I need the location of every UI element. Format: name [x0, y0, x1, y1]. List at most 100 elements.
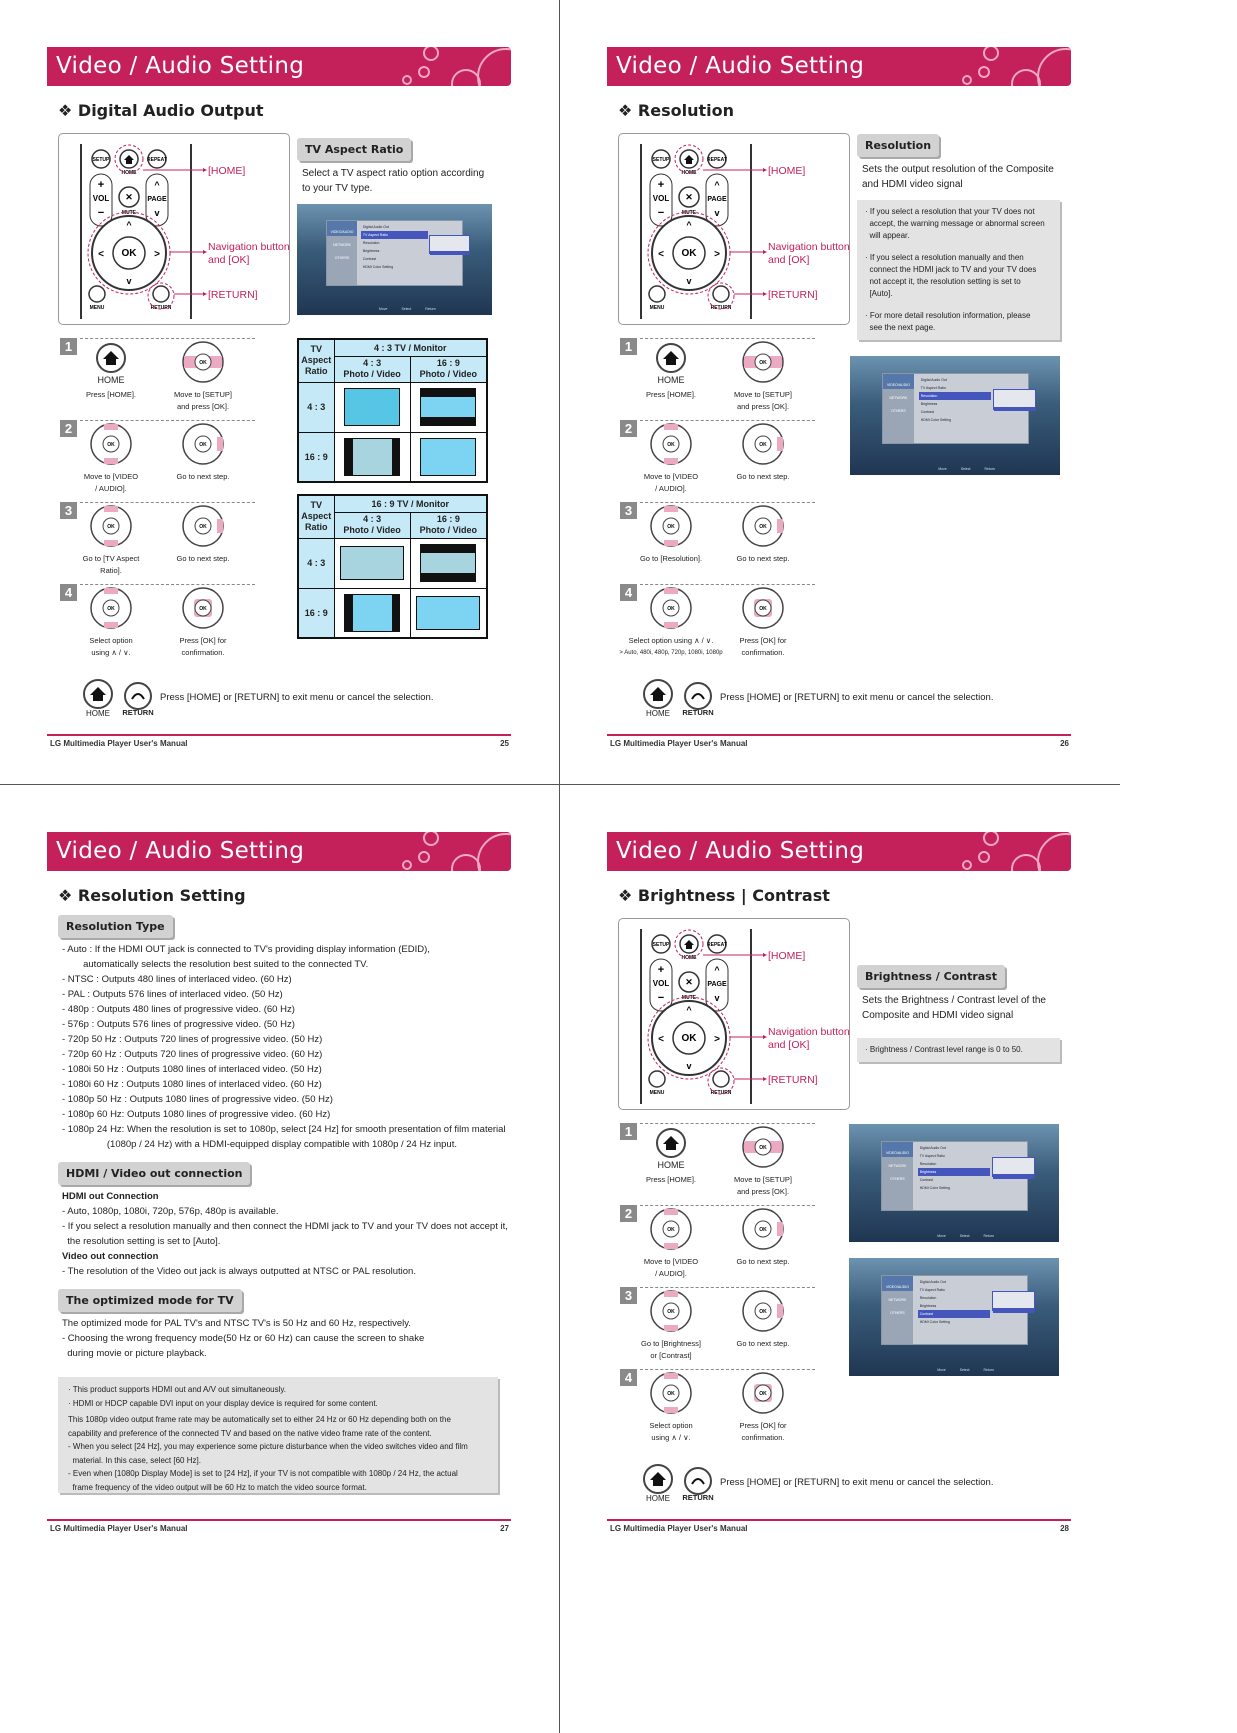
- caption-line: / AUDIO].: [95, 484, 127, 493]
- osd-item-list: Digital Audio Out TV Aspect Ratio Resoluti…: [917, 1144, 991, 1192]
- osd-popup-selection: [992, 1174, 1035, 1179]
- osd-item[interactable]: Resolution: [918, 1294, 991, 1302]
- page-header: Video / Audio Setting: [47, 47, 511, 86]
- osd-item[interactable]: HDMI Color Setting: [919, 416, 992, 424]
- text-line: - Auto, 1080p, 1080i, 720p, 576p, 480p i…: [62, 1206, 279, 1217]
- nav-right: >: [154, 249, 160, 260]
- nav-pad-icon: OK: [650, 1372, 692, 1414]
- highlight: [664, 1291, 678, 1297]
- bubble-circle: [983, 47, 999, 61]
- repeat-button-label: REPEAT: [707, 157, 727, 163]
- osd-item[interactable]: HDMI Color Setting: [361, 263, 428, 271]
- ok-text: OK: [759, 1227, 767, 1233]
- caption-line: Ratio].: [100, 566, 122, 575]
- note-line: · For more detail resolution information…: [865, 311, 1031, 320]
- callout-nav: Navigation button: [768, 1026, 850, 1038]
- osd-popup-selection: [993, 406, 1036, 412]
- osd-item[interactable]: Contrast: [919, 408, 992, 416]
- osd-item[interactable]: Contrast: [361, 255, 428, 263]
- step-number-badge: 1: [620, 338, 637, 355]
- ok-text: OK: [107, 606, 115, 612]
- exit-home-label: HOME: [646, 709, 670, 718]
- table-header-row: TV Aspect Ratio 4 : 3 TV / Monitor: [297, 338, 488, 383]
- return-button-label: RETURN: [151, 305, 172, 311]
- page-27: Video / Audio Setting ❖ Resolution Settin…: [0, 785, 560, 1570]
- osd-item[interactable]: TV Aspect Ratio: [918, 1286, 991, 1294]
- osd-sidebar: VIDEO/AUDIO NETWORK OTHERS: [881, 1141, 914, 1211]
- osd-item[interactable]: Brightness: [917, 1168, 991, 1177]
- osd-item[interactable]: Digital Audio Out: [918, 1278, 991, 1286]
- section-title: ❖ Digital Audio Output: [58, 101, 264, 120]
- osd-item[interactable]: Brightness: [919, 400, 992, 408]
- subheading: Video out connection: [62, 1251, 159, 1262]
- osd-item[interactable]: TV Aspect Ratio: [919, 384, 992, 392]
- ok-text: OK: [199, 606, 207, 612]
- vol-label: VOL: [93, 194, 110, 203]
- monitor-header: 4 : 3 TV / Monitor: [333, 338, 488, 357]
- ok-button-icon: OK: [742, 1372, 784, 1414]
- ok-text: OK: [759, 1391, 767, 1397]
- step-right-caption: Go to next step.: [148, 553, 258, 565]
- row-header: 4 : 3: [297, 381, 335, 433]
- osd-item[interactable]: Contrast: [917, 1310, 991, 1319]
- aspect-illustration-cell: [333, 587, 411, 639]
- caption-line: Move to [SETUP]: [734, 1175, 792, 1184]
- text-line: - 1080p 50 Hz : Outputs 1080 lines of pr…: [62, 1094, 333, 1105]
- osd-menu: VIDEO/AUDIO NETWORK OTHERS Digital Audio Ou…: [880, 1274, 1036, 1346]
- step-divider: [640, 1369, 815, 1370]
- osd-item[interactable]: HDMI Color Setting: [918, 1318, 991, 1326]
- osd-item[interactable]: Digital Audio Out: [919, 376, 992, 384]
- osd-item[interactable]: Contrast: [918, 1176, 991, 1184]
- caption-line: and press [OK].: [736, 1187, 790, 1196]
- note-line: · Brightness / Contrast level range is 0…: [865, 1045, 1023, 1054]
- text-line: - PAL : Outputs 576 lines of interlaced …: [62, 989, 283, 1000]
- vol-minus: −: [658, 207, 664, 219]
- step-divider: [640, 420, 815, 421]
- callout-home: [HOME]: [768, 950, 806, 962]
- setting-description: Sets the Brightness / Contrast level of …: [862, 993, 1046, 1023]
- osd-item[interactable]: Digital Audio Out: [918, 1144, 991, 1152]
- caption-line: and press [OK].: [736, 402, 790, 411]
- bubble-decoration-icon: [402, 832, 511, 871]
- nav-right: >: [714, 1034, 720, 1045]
- aspect-illustration-cell: [333, 537, 411, 589]
- osd-item[interactable]: Brightness: [361, 247, 428, 255]
- osd-item[interactable]: TV Aspect Ratio: [360, 231, 429, 240]
- osd-item[interactable]: Resolution: [361, 239, 428, 247]
- osd-item[interactable]: Resolution: [918, 1160, 991, 1168]
- remote-diagram: SETUP HOME REPEAT + VOL − ^ PAGE v ✕ MUTE OK ^ v < > MEN…: [58, 133, 290, 325]
- mute-icon: ✕: [125, 192, 133, 202]
- text-line: - If you select a resolution manually an…: [62, 1221, 508, 1232]
- page-header-title: Video / Audio Setting: [56, 838, 305, 864]
- subsection-tag: HDMI / Video out connection: [58, 1162, 251, 1185]
- step-number-badge: 2: [620, 420, 637, 437]
- exit-instruction: Press [HOME] or [RETURN] to exit menu or…: [720, 1477, 994, 1488]
- subsection-tag: Resolution Type: [58, 915, 173, 938]
- osd-item[interactable]: Resolution: [918, 392, 992, 401]
- screen-image: [352, 594, 392, 631]
- aspect-illustration-cell: [409, 587, 488, 639]
- osd-item[interactable]: HDMI Color Setting: [918, 1184, 991, 1192]
- osd-item[interactable]: Digital Audio Out: [361, 223, 428, 231]
- page-header-title: Video / Audio Setting: [616, 53, 865, 79]
- note-line: accept, the warning message or abnormal …: [865, 219, 1045, 228]
- caption-line: Go to next step.: [736, 472, 790, 481]
- bubble-circle: [983, 832, 999, 846]
- screen-frame: [344, 593, 401, 632]
- osd-hints: Move Select Return: [937, 1234, 994, 1238]
- step-right-caption: Go to next step.: [708, 1256, 818, 1268]
- mute-icon: ✕: [685, 977, 693, 987]
- note-box: · If you select a resolution that your T…: [857, 200, 1060, 340]
- highlight: [664, 622, 678, 628]
- page-up: ^: [714, 965, 720, 975]
- column-header-line: Photo / Video: [343, 525, 401, 535]
- tv-menu-screenshot: VIDEO/AUDIO NETWORK OTHERS Digital Audio Ou…: [849, 1124, 1059, 1242]
- callout-arrow: [763, 292, 767, 296]
- nav-right: >: [714, 249, 720, 260]
- osd-item[interactable]: Brightness: [918, 1302, 991, 1310]
- osd-item[interactable]: TV Aspect Ratio: [918, 1152, 991, 1160]
- ok-text: OK: [107, 524, 115, 530]
- callout-return: [RETURN]: [768, 1074, 818, 1086]
- note-line: will appear.: [865, 231, 910, 240]
- nav-down: v: [686, 276, 691, 286]
